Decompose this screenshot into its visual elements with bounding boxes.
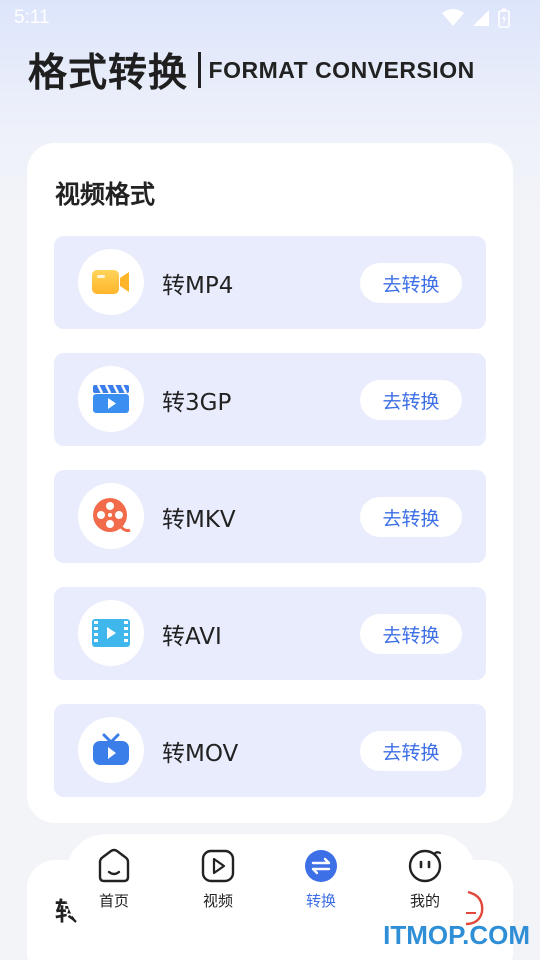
bottom-tab-bar: 首页 视频 转换 我的 <box>66 834 476 934</box>
tab-convert[interactable]: 转换 <box>291 848 351 911</box>
tab-label: 转换 <box>305 892 336 910</box>
convert-button[interactable]: 去转换 <box>360 731 462 771</box>
film-strip-icon <box>92 619 130 647</box>
page-subtitle: FORMAT CONVERSION <box>208 56 475 83</box>
page-title: 格式转换 <box>28 51 189 96</box>
tab-label: 视频 <box>202 892 233 910</box>
signal-icon <box>473 10 489 26</box>
convert-button[interactable]: 去转换 <box>360 263 462 303</box>
icon-container <box>78 366 144 432</box>
convert-button[interactable]: 去转换 <box>360 380 462 420</box>
convert-button[interactable]: 去转换 <box>360 497 462 537</box>
title-divider <box>198 52 201 88</box>
icon-container <box>78 249 144 315</box>
convert-button[interactable]: 去转换 <box>360 614 462 654</box>
format-label: 转MKV <box>162 507 236 533</box>
home-smile-icon <box>98 848 130 883</box>
wifi-icon <box>442 9 464 26</box>
format-row-avi[interactable]: 转AVI 去转换 <box>54 587 486 680</box>
status-time: 5:11 <box>14 7 50 28</box>
format-label: 转3GP <box>162 390 232 416</box>
format-label: 转MP4 <box>162 273 234 299</box>
tab-video[interactable]: 视频 <box>188 848 248 911</box>
icon-container <box>78 483 144 549</box>
icon-container <box>78 717 144 783</box>
tab-label: 首页 <box>98 892 129 910</box>
tab-home[interactable]: 首页 <box>84 848 144 911</box>
format-row-3gp[interactable]: 转3GP 去转换 <box>54 353 486 446</box>
film-reel-icon <box>93 498 131 533</box>
clapperboard-icon <box>93 384 129 413</box>
watermark: ITMOP.COM <box>383 920 530 950</box>
play-square-icon <box>201 849 235 883</box>
format-row-mov[interactable]: 转MOV 去转换 <box>54 704 486 797</box>
swap-arrows-icon <box>305 850 337 882</box>
tv-play-icon <box>93 733 129 765</box>
format-row-mkv[interactable]: 转MKV 去转换 <box>54 470 486 563</box>
section-title: 视频格式 <box>55 180 156 209</box>
status-bar: 5:11 <box>0 0 540 36</box>
video-format-card: 视频格式 转MP4 去转换 转3GP 去转换 转MKV 去转换 转AVI 去转换… <box>27 143 513 823</box>
format-label: 转AVI <box>162 624 222 650</box>
face-profile-icon <box>408 849 442 883</box>
status-icons <box>442 8 510 28</box>
format-label: 转MOV <box>162 741 239 767</box>
icon-container <box>78 600 144 666</box>
page-header: 格式转换 FORMAT CONVERSION <box>28 42 475 98</box>
battery-icon <box>498 8 510 28</box>
format-row-mp4[interactable]: 转MP4 去转换 <box>54 236 486 329</box>
video-camera-icon <box>92 270 129 294</box>
